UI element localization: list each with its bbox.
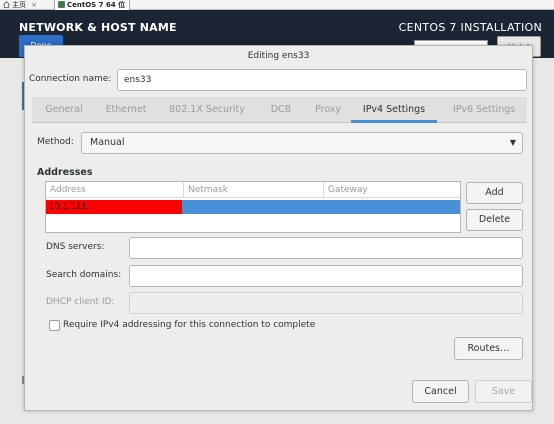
require-ipv4-checkbox[interactable]: [49, 320, 60, 331]
search-domains-label: Search domains:: [46, 270, 122, 280]
dns-servers-label: DNS servers:: [46, 242, 105, 252]
dialog-title: Editing ens33: [247, 51, 310, 61]
edit-connection-dialog: Editing ens33 Connection name: ens33 Gen…: [24, 45, 533, 411]
save-button: Save: [475, 380, 532, 403]
dns-servers-input[interactable]: [129, 237, 523, 259]
connection-name-label: Connection name:: [29, 74, 112, 84]
method-label: Method:: [37, 137, 74, 147]
vm-tab-centos[interactable]: CentOS 7 64 位: [54, 0, 130, 10]
home-icon: [3, 1, 10, 8]
method-select[interactable]: Manual ▼: [81, 132, 523, 154]
dropdown-arrow-icon: ▼: [509, 138, 516, 147]
connection-name-input[interactable]: ens33: [117, 69, 527, 91]
addresses-table[interactable]: Address Netmask Gateway 10.1.111.: [45, 181, 461, 233]
page-title: NETWORK & HOST NAME: [19, 21, 177, 34]
vm-tab-strip: 主页 × CentOS 7 64 位: [0, 0, 554, 10]
cancel-button[interactable]: Cancel: [412, 380, 469, 403]
active-tab-indicator: [351, 120, 437, 123]
vm-icon: [58, 1, 65, 8]
settings-tabs: General Ethernet 802.1X Security DCB Pro…: [32, 97, 527, 123]
address-cell[interactable]: 10.1.111.: [49, 200, 90, 214]
vm-tab-centos-label: CentOS 7 64 位: [67, 1, 126, 9]
column-address[interactable]: Address: [46, 182, 184, 198]
delete-address-button[interactable]: Delete: [466, 209, 523, 231]
background-right: [533, 58, 554, 424]
vm-tab-home-label: 主页: [12, 1, 26, 9]
column-netmask[interactable]: Netmask: [184, 182, 324, 198]
dhcp-client-id-label: DHCP client ID:: [46, 297, 115, 307]
tab-8021x-security[interactable]: 802.1X Security: [158, 97, 256, 123]
addresses-table-header: Address Netmask Gateway: [46, 182, 460, 198]
close-icon[interactable]: ×: [31, 1, 37, 9]
product-title: CENTOS 7 INSTALLATION: [398, 21, 542, 34]
table-row[interactable]: 10.1.111.: [46, 200, 460, 214]
dhcp-client-id-input: [129, 292, 523, 314]
tab-general[interactable]: General: [32, 97, 96, 123]
tab-proxy[interactable]: Proxy: [306, 97, 350, 123]
method-value: Manual: [90, 137, 125, 148]
require-ipv4-label[interactable]: Require IPv4 addressing for this connect…: [63, 320, 315, 330]
addresses-heading: Addresses: [37, 167, 93, 178]
tab-ipv6-settings[interactable]: IPv6 Settings: [441, 97, 527, 123]
tab-ethernet[interactable]: Ethernet: [96, 97, 156, 123]
vm-tab-home[interactable]: 主页 ×: [0, 0, 50, 10]
tab-dcb[interactable]: DCB: [260, 97, 302, 123]
search-domains-input[interactable]: [129, 265, 523, 287]
add-address-button[interactable]: Add: [466, 182, 523, 204]
routes-button[interactable]: Routes…: [454, 337, 523, 360]
column-gateway[interactable]: Gateway: [324, 182, 460, 198]
background-left: [0, 58, 25, 424]
